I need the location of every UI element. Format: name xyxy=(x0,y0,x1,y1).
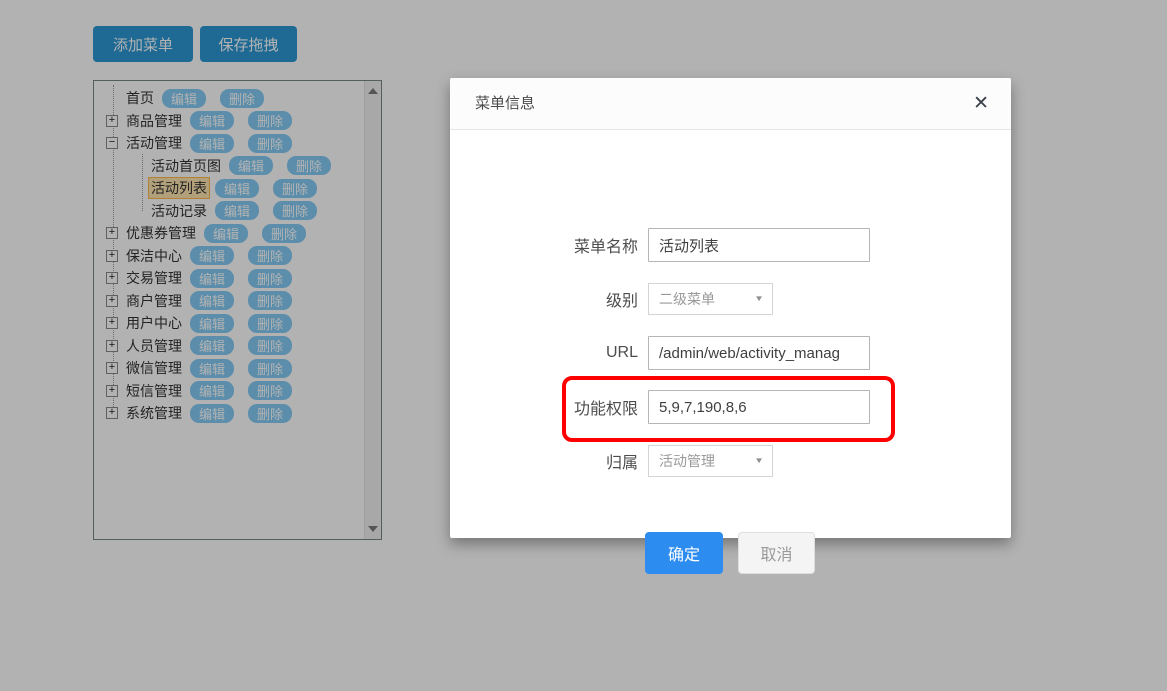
level-select[interactable]: 二级菜单 ▼ xyxy=(648,283,773,315)
confirm-button[interactable]: 确定 xyxy=(645,532,723,574)
parent-label: 归属 xyxy=(450,449,638,473)
form-row-permissions: 功能权限 xyxy=(450,390,1011,424)
menu-info-modal: 菜单信息 ✕ 菜单名称 级别 二级菜单 ▼ URL 功能权限 归属 活动管 xyxy=(450,78,1011,538)
permissions-label: 功能权限 xyxy=(450,395,638,419)
parent-select-value: 活动管理 xyxy=(659,451,715,471)
permissions-input[interactable] xyxy=(648,390,870,424)
level-label: 级别 xyxy=(450,287,638,311)
form-row-menu-name: 菜单名称 xyxy=(450,228,1011,262)
parent-select[interactable]: 活动管理 ▼ xyxy=(648,445,773,477)
form-row-url: URL xyxy=(450,336,1011,370)
close-icon[interactable]: ✕ xyxy=(973,78,989,130)
modal-body: 菜单名称 级别 二级菜单 ▼ URL 功能权限 归属 活动管理 ▼ 确 xyxy=(450,130,1011,538)
menu-name-label: 菜单名称 xyxy=(450,233,638,257)
url-input[interactable] xyxy=(648,336,870,370)
menu-name-input[interactable] xyxy=(648,228,870,262)
form-row-parent: 归属 活动管理 ▼ xyxy=(450,445,1011,477)
level-select-value: 二级菜单 xyxy=(659,289,715,309)
cancel-button[interactable]: 取消 xyxy=(738,532,815,574)
modal-header: 菜单信息 ✕ xyxy=(450,78,1011,130)
url-label: URL xyxy=(450,344,638,362)
chevron-down-icon: ▼ xyxy=(754,295,764,304)
modal-title: 菜单信息 xyxy=(475,78,535,130)
chevron-down-icon: ▼ xyxy=(754,457,764,466)
form-row-level: 级别 二级菜单 ▼ xyxy=(450,283,1011,315)
